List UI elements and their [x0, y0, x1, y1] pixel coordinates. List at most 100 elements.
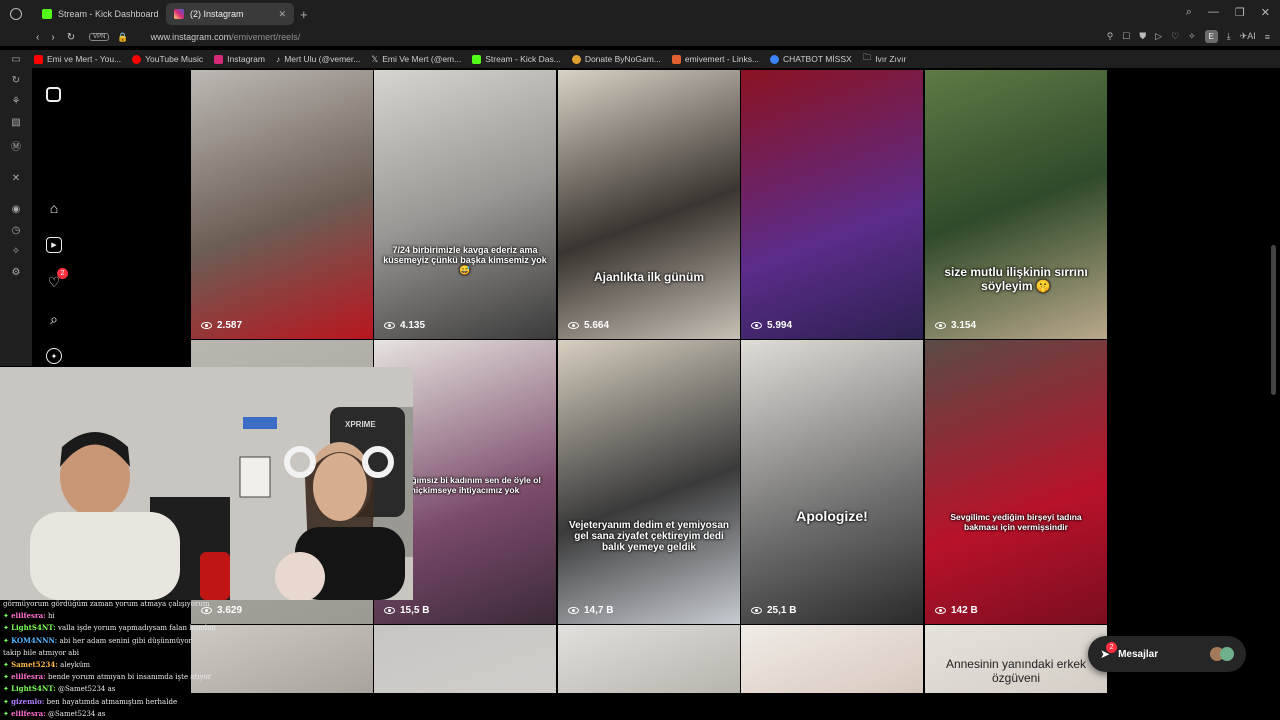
bookmark-item[interactable]: Donate ByNoGam...: [571, 54, 661, 64]
bookmark-item[interactable]: 𝕏 Emi Ve Mert (@em...: [371, 54, 461, 65]
sidebar-m-icon[interactable]: Ⓜ: [11, 138, 21, 153]
eye-icon: [568, 607, 579, 614]
chat-username[interactable]: LightS4NT:: [11, 684, 56, 693]
new-tab-button[interactable]: +: [300, 7, 308, 22]
sidebar-clock-icon[interactable]: ◷: [12, 225, 21, 236]
view-count-label: 5.994: [767, 320, 793, 331]
chat-username[interactable]: KOM4NNN:: [11, 636, 57, 645]
eye-icon: [384, 322, 395, 329]
reel-tile[interactable]: [741, 625, 923, 693]
play-icon[interactable]: ▷: [1155, 31, 1162, 42]
sidebar-music-icon[interactable]: ◉: [12, 204, 21, 215]
messages-button[interactable]: ➤ 2 Mesajlar: [1088, 636, 1246, 672]
reel-view-count: 3.154: [935, 320, 976, 331]
reel-tile[interactable]: 7/24 birbirimizle kavga ederiz ama küsem…: [374, 70, 556, 339]
reel-tile[interactable]: size mutlu ilişkinin sırrını söyleyim 🤫 3…: [925, 70, 1107, 339]
messages-icon: ➤ 2: [1100, 642, 1118, 661]
close-tab-icon[interactable]: ✕: [278, 9, 286, 20]
reel-caption: Ajanlıkta ilk günüm: [593, 270, 704, 284]
chat-username[interactable]: Samet5234:: [11, 660, 58, 669]
bookmark-folder[interactable]: 🗀 Ivır Zıvır: [863, 52, 907, 66]
maximize-icon[interactable]: ❐: [1235, 6, 1245, 19]
bookmark-label: Instagram: [227, 54, 265, 64]
browser-tab-bar: Stream - Kick Dashboard (2) Instagram ✕ …: [0, 0, 1280, 28]
explore-icon[interactable]: ✦: [46, 348, 62, 364]
chatbot-icon: [770, 54, 780, 64]
browser-menu-icon[interactable]: [10, 8, 22, 20]
tab-kick-dashboard[interactable]: Stream - Kick Dashboard: [34, 3, 162, 25]
reels-icon[interactable]: ▶: [46, 237, 62, 253]
donate-icon: [571, 54, 581, 64]
menu-icon[interactable]: ≡: [1265, 32, 1270, 42]
sidebar-history-icon[interactable]: ↻: [12, 75, 20, 86]
back-icon[interactable]: ‹: [36, 32, 39, 43]
home-icon[interactable]: ⌂: [46, 200, 62, 216]
chat-username[interactable]: elilfesra:: [11, 611, 46, 620]
bookmark-label: Donate ByNoGam...: [584, 54, 661, 64]
messages-badge: 2: [1106, 642, 1118, 653]
lock-icon: 🔒: [117, 31, 129, 42]
reel-tile[interactable]: Apologize! 25,1 B: [741, 340, 923, 624]
chat-username[interactable]: elilfesra:: [11, 709, 46, 718]
instagram-logo-icon[interactable]: [46, 87, 61, 102]
url-field[interactable]: www.instagram.com/emivemert/reels/: [151, 32, 301, 42]
reel-caption: size mutlu ilişkinin sırrını söyleyim 🤫: [944, 265, 1088, 293]
chat-username[interactable]: elilfesra:: [11, 672, 46, 681]
reel-caption: Sevgilimc yediğim birşeyi tadına bakması…: [950, 512, 1082, 532]
folder-icon: 🗀: [862, 52, 872, 62]
bookmark-item[interactable]: CHATBOT MİSSX: [770, 54, 852, 64]
scrollbar[interactable]: [1271, 245, 1276, 395]
sidebar-settings-icon[interactable]: ⚙: [12, 267, 21, 278]
download-icon[interactable]: ⤓: [1227, 31, 1231, 42]
chat-text: abi her adam senini gibi düşünmüyor: [59, 636, 192, 645]
sidebar-notes-icon[interactable]: ▧: [11, 117, 20, 128]
chat-username[interactable]: LightS4NT:: [11, 623, 56, 632]
chat-username[interactable]: gizemlo:: [11, 697, 44, 706]
reel-tile[interactable]: [558, 625, 740, 693]
reel-tile[interactable]: 2.587: [191, 70, 373, 339]
reel-tile[interactable]: 5.994: [741, 70, 923, 339]
shield-icon[interactable]: ⛊: [1139, 31, 1146, 42]
bookmark-item[interactable]: ♪ Mert Ulu (@vemer...: [276, 54, 360, 64]
reel-view-count: 142 B: [935, 605, 978, 616]
notification-badge: 2: [57, 268, 68, 279]
sidebar-media-icon[interactable]: ▭: [11, 54, 20, 65]
reel-tile[interactable]: [374, 625, 556, 693]
minimize-icon[interactable]: —: [1208, 6, 1219, 19]
search-icon[interactable]: ⌕: [46, 311, 62, 327]
profile-avatar[interactable]: E: [1204, 30, 1218, 43]
bookmark-icon[interactable]: ☐: [1122, 31, 1130, 42]
instagram-nav: ⌂ ▶ ♡ 2 ⌕ ✦: [32, 70, 191, 367]
chat-badges-icon: ✦: [3, 624, 12, 633]
bookmark-item[interactable]: emivemert - Links...: [671, 54, 760, 64]
reel-view-count: 5.664: [568, 320, 609, 331]
close-window-icon[interactable]: ✕: [1261, 6, 1270, 19]
tab-instagram[interactable]: (2) Instagram ✕: [166, 3, 294, 25]
bookmark-label: emivemert - Links...: [684, 54, 760, 64]
vpn-badge[interactable]: VPN: [89, 33, 110, 41]
search-tabs-icon[interactable]: ⌕: [1186, 6, 1192, 19]
sidebar-extensions-icon[interactable]: ✧: [12, 246, 20, 257]
sidebar-chat-icon[interactable]: ⚘: [12, 96, 21, 107]
reload-icon[interactable]: ↻: [67, 32, 75, 43]
view-count-label: 4.135: [400, 320, 426, 331]
reel-tile[interactable]: Annesinin yanındaki erkek özgüveni: [925, 625, 1107, 693]
chat-badges-icon: ✦: [3, 673, 12, 682]
ai-button[interactable]: ✈AI: [1240, 31, 1256, 42]
bookmark-item[interactable]: Emi ve Mert - You...: [34, 54, 121, 64]
reel-tile[interactable]: Sevgilimc yediğim birşeyi tadına bakması…: [925, 340, 1107, 624]
stream-chat: görmüyorum gördüğüm zaman yorum atmaya ç…: [0, 598, 320, 720]
bookmark-item[interactable]: Instagram: [214, 54, 265, 64]
chat-text: @Samet5234 as: [47, 709, 106, 718]
forward-icon[interactable]: ›: [51, 32, 54, 43]
notifications-icon[interactable]: ♡ 2: [46, 268, 68, 290]
heart-icon[interactable]: ♡: [1171, 31, 1179, 42]
reel-tile[interactable]: Ajanlıkta ilk günüm 5.664: [558, 70, 740, 339]
eye-icon: [384, 607, 395, 614]
extensions-icon[interactable]: ✧: [1188, 31, 1196, 42]
bookmark-item[interactable]: Stream - Kick Das...: [472, 54, 561, 64]
bookmark-item[interactable]: YouTube Music: [132, 54, 203, 64]
pin-icon[interactable]: ⚲: [1107, 31, 1114, 42]
sidebar-x-icon[interactable]: ✕: [12, 173, 20, 184]
reel-tile[interactable]: Vejeteryanım dedim et yemiyosan gel sana…: [558, 340, 740, 624]
